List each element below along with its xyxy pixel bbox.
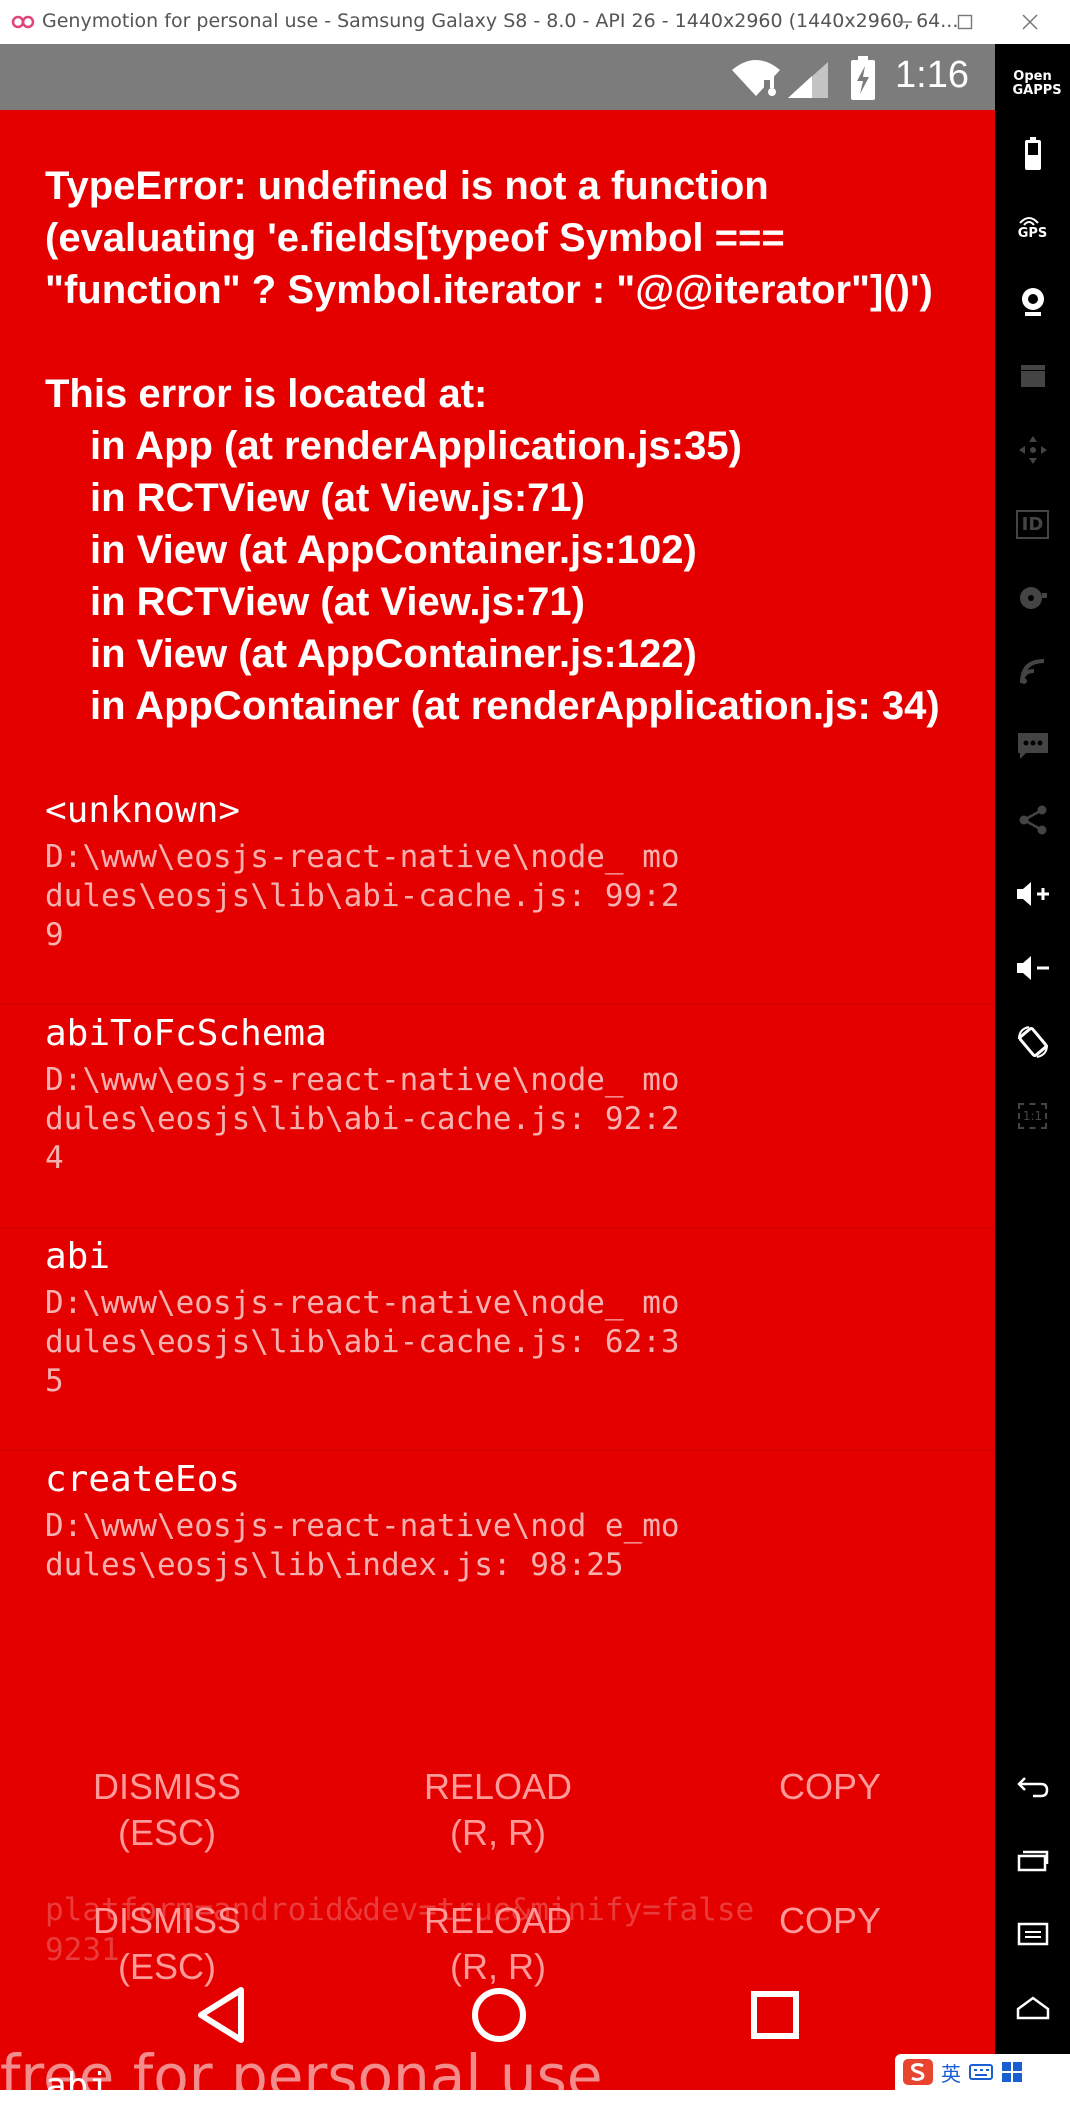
frame-path: D:\www\eosjs-react-native\node_ modules\… <box>45 839 680 953</box>
webcam-widget-button[interactable] <box>995 274 1070 330</box>
frame-method: <unknown> <box>45 790 241 831</box>
error-message: TypeError: undefined is not a function (… <box>45 164 933 312</box>
device-id-icon: ID <box>1015 509 1050 539</box>
ime-indicator[interactable]: 英 <box>895 2054 1070 2090</box>
capture-icon <box>1020 365 1045 387</box>
disk-widget-button[interactable] <box>995 570 1070 626</box>
close-button[interactable] <box>1000 0 1060 44</box>
frame-method: abi <box>45 1236 111 1277</box>
stack-frame[interactable]: createEos D:\www\eosjs-react-native\nod … <box>0 1451 995 1651</box>
location-line: in RCTView (at View.js:71) <box>90 580 585 624</box>
menu-icon <box>1017 1922 1048 1946</box>
copy-label: COPY <box>778 1766 882 1807</box>
stack-frame[interactable]: <unknown> D:\www\eosjs-react-native\node… <box>0 782 995 1005</box>
close-icon <box>1022 14 1038 30</box>
rotate-icon <box>1017 1026 1048 1058</box>
minimize-icon <box>898 21 912 23</box>
volume-down-button[interactable] <box>995 940 1070 996</box>
battery-charging-icon <box>851 56 875 100</box>
nav-back-icon[interactable] <box>195 1986 247 2044</box>
dismiss-button[interactable]: DISMISS (ESC) <box>17 1764 317 1856</box>
pixel-perfect-icon: 1:1 <box>1017 1103 1048 1129</box>
recent-apps-button[interactable] <box>995 1832 1070 1888</box>
location-line: in AppContainer (at renderApplication.js… <box>90 684 940 728</box>
nav-recents-icon[interactable] <box>750 1990 800 2040</box>
ghost-dismiss-label: DISMISS <box>92 1900 242 1941</box>
stack-frame[interactable]: abiToFcSchema D:\www\eosjs-react-native\… <box>0 1005 995 1228</box>
location-line: in View (at AppContainer.js:102) <box>90 528 697 572</box>
share-widget-button[interactable] <box>995 792 1070 848</box>
reload-button[interactable]: RELOAD (R, R) <box>348 1764 648 1856</box>
frame-path: D:\www\eosjs-react-native\nod e_modules\… <box>45 1508 680 1583</box>
location-line: in View (at AppContainer.js:122) <box>90 632 697 676</box>
dismiss-shortcut: (ESC) <box>118 1812 216 1853</box>
disk-icon <box>1019 587 1047 609</box>
device-id-widget-button[interactable]: ID <box>995 496 1070 552</box>
home-button[interactable] <box>995 1980 1070 2036</box>
reload-shortcut: (R, R) <box>450 1812 546 1853</box>
status-bar: 1:16 <box>0 44 995 110</box>
wifi-icon <box>732 60 780 96</box>
dpad-widget-button[interactable] <box>995 422 1070 478</box>
ime-language-label: 英 <box>941 2061 961 2086</box>
grid-icon <box>1002 2062 1022 2082</box>
sms-widget-button[interactable] <box>995 718 1070 774</box>
maximize-icon <box>957 14 973 30</box>
network-widget-button[interactable] <box>995 644 1070 700</box>
capture-widget-button[interactable] <box>995 348 1070 404</box>
sms-icon <box>1017 733 1048 759</box>
menu-button[interactable] <box>995 1906 1070 1962</box>
minimize-button[interactable] <box>875 0 935 44</box>
window-titlebar: Genymotion for personal use - Samsung Ga… <box>0 0 1070 45</box>
genymotion-toolbar: Open GAPPS GPS ID 1:1 <box>995 44 1070 2096</box>
cell-signal-icon <box>788 62 828 98</box>
back-icon <box>1016 1777 1048 1798</box>
pixel-perfect-button[interactable]: 1:1 <box>995 1088 1070 1144</box>
gps-icon: GPS <box>1018 215 1047 241</box>
volume-up-button[interactable] <box>995 866 1070 922</box>
open-gapps-button[interactable]: Open GAPPS <box>995 56 1070 112</box>
volume-up-icon <box>1016 882 1049 906</box>
window-title: Genymotion for personal use - Samsung Ga… <box>42 10 959 32</box>
battery-icon <box>1024 137 1041 170</box>
maximize-button[interactable] <box>935 0 995 44</box>
phone-screen: 1:16 TypeError: undefined is not a funct… <box>0 44 995 2090</box>
sogou-ime-icon <box>903 2059 933 2085</box>
recent-apps-icon <box>1017 1850 1048 1872</box>
ghost-copy-button: COPY <box>680 1898 980 1944</box>
reload-label: RELOAD <box>423 1766 573 1807</box>
frame-path: D:\www\eosjs-react-native\node_ modules\… <box>45 1285 680 1399</box>
genymotion-logo-icon <box>11 15 35 29</box>
stack-frame[interactable]: abi D:\www\eosjs-react-native\node_ modu… <box>0 1228 995 1451</box>
watermark: free for personal use <box>0 2042 603 2090</box>
battery-widget-button[interactable] <box>995 126 1070 182</box>
status-time: 1:16 <box>895 54 969 96</box>
ghost-reload-label: RELOAD <box>423 1900 573 1941</box>
redbox-error-screen[interactable]: TypeError: undefined is not a function (… <box>0 110 995 2090</box>
rotate-button[interactable] <box>995 1014 1070 1070</box>
error-location: This error is located at: in App (at ren… <box>45 368 955 732</box>
copy-button[interactable]: COPY <box>680 1764 980 1810</box>
redbox-button-row: DISMISS (ESC) RELOAD (R, R) COPY <box>0 1764 995 1864</box>
location-line: in RCTView (at View.js:71) <box>90 476 585 520</box>
frame-path: D:\www\eosjs-react-native\node_ modules\… <box>45 1062 680 1176</box>
gps-widget-button[interactable]: GPS <box>995 200 1070 256</box>
open-gapps-icon: Open GAPPS <box>1012 69 1062 98</box>
dismiss-label: DISMISS <box>92 1766 242 1807</box>
network-icon <box>1019 659 1044 684</box>
home-icon <box>1016 1996 1049 2020</box>
ghost-copy-label: COPY <box>778 1900 882 1941</box>
share-icon <box>1019 805 1046 835</box>
frame-method: abiToFcSchema <box>45 1013 327 1054</box>
volume-down-icon <box>1016 956 1049 980</box>
dpad-icon <box>1018 436 1047 464</box>
keyboard-icon <box>969 2064 993 2080</box>
location-header: This error is located at: <box>45 372 488 416</box>
location-line: in App (at renderApplication.js:35) <box>90 424 742 468</box>
frame-method: createEos <box>45 1459 241 1500</box>
back-button[interactable] <box>995 1758 1070 1814</box>
webcam-icon <box>1021 288 1044 316</box>
nav-home-icon[interactable] <box>470 1986 528 2044</box>
